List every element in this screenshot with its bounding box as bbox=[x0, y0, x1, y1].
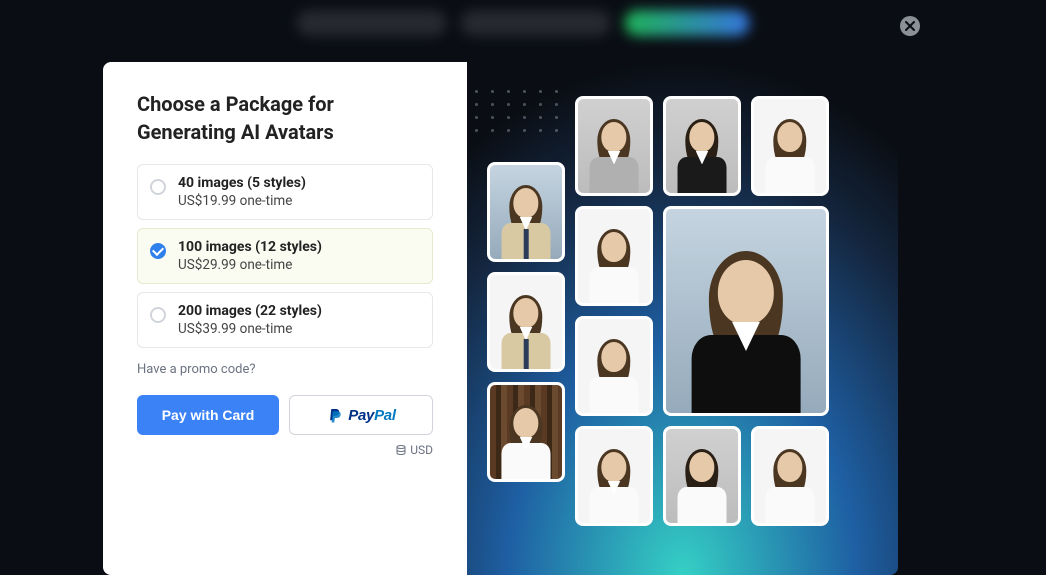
database-icon bbox=[395, 444, 407, 456]
avatar-tile bbox=[663, 426, 741, 526]
package-options: 40 images (5 styles) US$19.99 one-time 1… bbox=[137, 164, 433, 348]
avatar-tile bbox=[575, 206, 653, 306]
package-option-40[interactable]: 40 images (5 styles) US$19.99 one-time bbox=[137, 164, 433, 220]
paypal-button[interactable]: PayPal bbox=[289, 395, 433, 435]
option-price: US$29.99 one-time bbox=[178, 257, 420, 273]
currency-label: USD bbox=[410, 443, 433, 457]
avatar-tile bbox=[751, 96, 829, 196]
purchase-modal: Choose a Package for Generating AI Avata… bbox=[103, 62, 898, 575]
radio-icon bbox=[150, 243, 166, 259]
avatar-gallery bbox=[481, 78, 884, 559]
avatar-tile bbox=[487, 162, 565, 262]
avatar-tile-hero bbox=[663, 206, 829, 416]
preview-panel bbox=[467, 62, 898, 575]
avatar-tile bbox=[575, 426, 653, 526]
package-panel: Choose a Package for Generating AI Avata… bbox=[103, 62, 467, 575]
package-option-200[interactable]: 200 images (22 styles) US$39.99 one-time bbox=[137, 292, 433, 348]
title-line-1: Choose a Package for bbox=[137, 92, 334, 116]
option-price: US$39.99 one-time bbox=[178, 321, 420, 337]
modal-title: Choose a Package for Generating AI Avata… bbox=[137, 90, 433, 146]
currency-indicator: USD bbox=[137, 443, 433, 457]
paypal-text-pay: Pay bbox=[348, 407, 374, 424]
background-blurred-toolbar bbox=[297, 10, 750, 36]
title-line-2: Generating AI Avatars bbox=[137, 120, 334, 144]
avatar-tile bbox=[575, 96, 653, 196]
option-price: US$19.99 one-time bbox=[178, 193, 420, 209]
blurred-pill bbox=[461, 10, 611, 36]
pay-with-card-button[interactable]: Pay with Card bbox=[137, 395, 279, 435]
option-title: 100 images (12 styles) bbox=[178, 239, 420, 255]
avatar-tile bbox=[575, 316, 653, 416]
avatar-tile bbox=[487, 382, 565, 482]
payment-buttons: Pay with Card PayPal bbox=[137, 395, 433, 435]
radio-icon bbox=[150, 179, 166, 195]
radio-icon bbox=[150, 307, 166, 323]
option-title: 200 images (22 styles) bbox=[178, 303, 420, 319]
promo-code-link[interactable]: Have a promo code? bbox=[137, 362, 433, 377]
blurred-pill bbox=[625, 10, 750, 36]
paypal-text-pal: Pal bbox=[374, 407, 396, 424]
paypal-logo-icon: PayPal bbox=[326, 406, 395, 424]
blurred-pill bbox=[297, 10, 447, 36]
avatar-tile bbox=[663, 96, 741, 196]
paypal-icon bbox=[326, 406, 344, 424]
close-button[interactable] bbox=[900, 16, 920, 36]
close-icon bbox=[905, 21, 915, 31]
package-option-100[interactable]: 100 images (12 styles) US$29.99 one-time bbox=[137, 228, 433, 284]
option-title: 40 images (5 styles) bbox=[178, 175, 420, 191]
avatar-tile bbox=[751, 426, 829, 526]
avatar-tile bbox=[487, 272, 565, 372]
